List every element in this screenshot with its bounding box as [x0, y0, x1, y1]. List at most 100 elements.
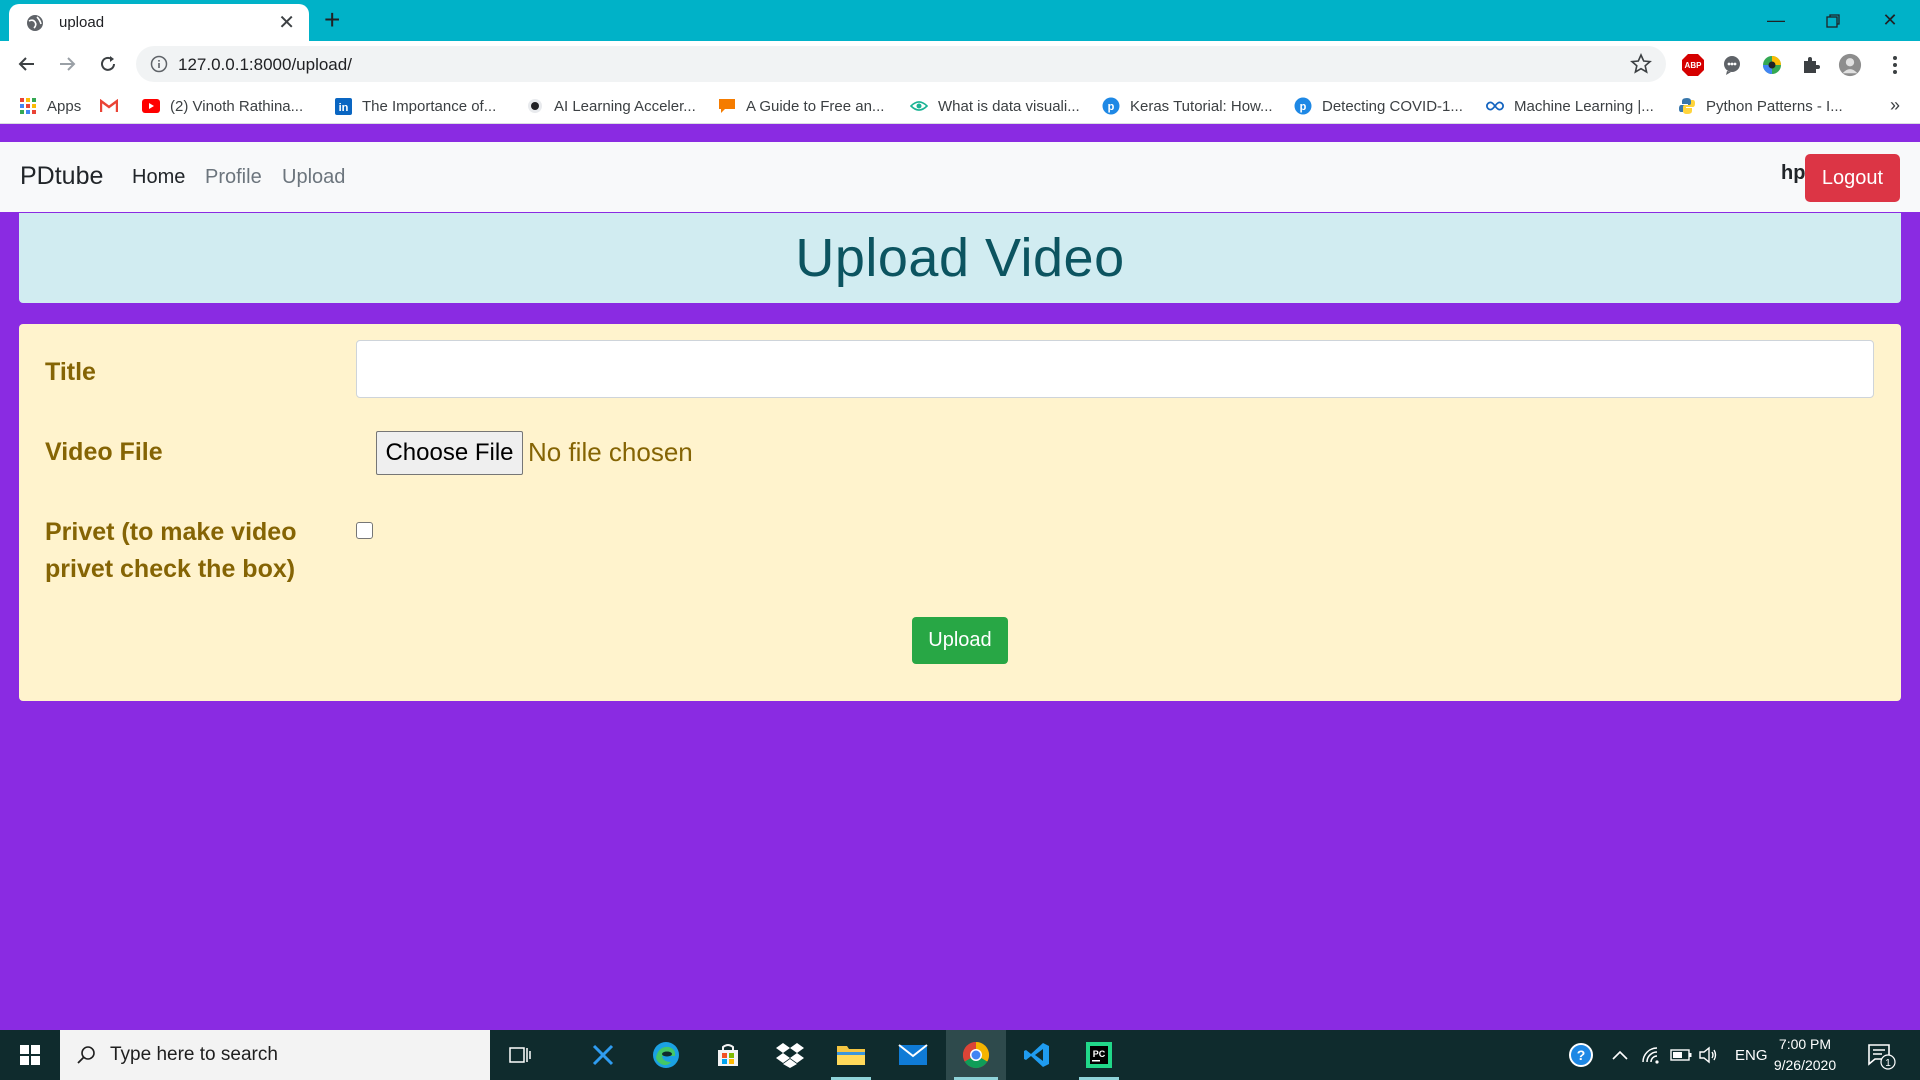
- url-text: 127.0.0.1:8000/upload/: [178, 55, 352, 74]
- colorful-extension-icon[interactable]: [1760, 53, 1784, 77]
- adblock-icon[interactable]: ABP: [1681, 53, 1705, 77]
- profile-avatar-icon[interactable]: [1838, 53, 1862, 77]
- vscode-icon[interactable]: [1009, 1030, 1065, 1080]
- choose-file-button[interactable]: Choose File: [376, 431, 523, 475]
- title-label: Title: [45, 358, 96, 386]
- username: hp: [1781, 162, 1806, 184]
- bookmarks-overflow-icon[interactable]: »: [1890, 95, 1900, 116]
- globe-icon: [27, 14, 43, 31]
- upload-form: Title Video File Choose File No file cho…: [19, 324, 1901, 701]
- notification-count: 1: [1885, 1058, 1891, 1069]
- language-indicator[interactable]: ENG: [1735, 1030, 1768, 1080]
- bookmark-label: Keras Tutorial: How...: [1130, 97, 1273, 115]
- microsoft-store-icon[interactable]: [700, 1030, 756, 1080]
- browser-toolbar: 127.0.0.1:8000/upload/ ABP: [0, 41, 1920, 87]
- windows-start-icon[interactable]: [0, 1030, 60, 1080]
- linkedin-icon: in: [334, 97, 352, 115]
- system-clock[interactable]: 7:00 PM 9/26/2020: [1765, 1034, 1845, 1076]
- bookmark-label: The Importance of...: [362, 97, 497, 115]
- reload-icon[interactable]: [94, 50, 122, 78]
- windows-taskbar: Type here to search PC ? ENG 7:00 PM 9/2…: [0, 1030, 1920, 1080]
- p-badge-icon: p: [1102, 97, 1120, 115]
- mail-icon[interactable]: [885, 1030, 941, 1080]
- minimize-icon[interactable]: —: [1748, 0, 1804, 41]
- battery-icon[interactable]: [1670, 1030, 1692, 1080]
- bookmark-label: A Guide to Free an...: [746, 97, 885, 115]
- new-tab-icon[interactable]: +: [324, 6, 340, 34]
- chat-extension-icon[interactable]: [1720, 53, 1744, 77]
- forward-icon[interactable]: [53, 50, 81, 78]
- extensions-puzzle-icon[interactable]: [1799, 53, 1823, 77]
- privet-label-line1: Privet (to make video: [45, 518, 297, 546]
- nav-home[interactable]: Home: [132, 166, 185, 189]
- svg-text:ABP: ABP: [1685, 61, 1703, 70]
- browser-tab[interactable]: upload ✕: [9, 4, 309, 41]
- network-icon[interactable]: [1641, 1030, 1661, 1080]
- tab-close-icon[interactable]: ✕: [278, 13, 295, 33]
- bookmark-star-icon[interactable]: [1630, 53, 1652, 75]
- bookmark-label: AI Learning Acceler...: [554, 97, 696, 115]
- page-title: Upload Video: [795, 228, 1125, 288]
- privet-checkbox[interactable]: [356, 522, 373, 539]
- bookmark-detecting-covid[interactable]: p Detecting COVID-1...: [1294, 95, 1463, 117]
- youtube-icon: [142, 97, 160, 115]
- bookmark-label: Detecting COVID-1...: [1322, 97, 1463, 115]
- dropbox-icon[interactable]: [762, 1030, 818, 1080]
- bookmark-python-patterns[interactable]: Python Patterns - I...: [1678, 95, 1843, 117]
- close-window-icon[interactable]: ✕: [1862, 0, 1918, 41]
- browser-tab-strip: upload ✕ + — ✕: [0, 0, 1920, 41]
- infinity-icon: [1486, 97, 1504, 115]
- chevron-up-icon[interactable]: [1612, 1030, 1628, 1080]
- bookmark-youtube[interactable]: (2) Vinoth Rathina...: [142, 95, 303, 117]
- chat-icon: [718, 97, 736, 115]
- page-header: Upload Video: [19, 213, 1901, 303]
- menu-kebab-icon[interactable]: [1883, 53, 1907, 77]
- logout-button[interactable]: Logout: [1805, 154, 1900, 202]
- svg-text:p: p: [1108, 101, 1115, 113]
- volume-icon[interactable]: [1698, 1030, 1718, 1080]
- bookmark-ai-learning[interactable]: AI Learning Acceler...: [526, 95, 696, 117]
- task-view-icon[interactable]: [492, 1030, 548, 1080]
- title-input[interactable]: [356, 340, 1874, 398]
- file-explorer-icon[interactable]: [823, 1030, 879, 1080]
- bookmark-label: (2) Vinoth Rathina...: [170, 97, 304, 115]
- gmail-icon: [100, 97, 118, 115]
- svg-text:p: p: [1300, 101, 1307, 113]
- bookmark-keras-tutorial[interactable]: p Keras Tutorial: How...: [1102, 95, 1273, 117]
- site-navbar: PDtube Home Profile Upload hp Logout: [0, 142, 1920, 212]
- svg-text:PC: PC: [1093, 1049, 1106, 1059]
- bookmark-guide[interactable]: A Guide to Free an...: [718, 95, 884, 117]
- python-icon: [1678, 97, 1696, 115]
- help-icon[interactable]: ?: [1568, 1030, 1594, 1080]
- bookmark-machine-learning[interactable]: Machine Learning |...: [1486, 95, 1654, 117]
- bookmark-apps[interactable]: Apps: [19, 95, 81, 117]
- search-placeholder: Type here to search: [110, 1044, 278, 1065]
- bookmark-gmail[interactable]: [100, 95, 128, 117]
- pycharm-icon[interactable]: PC: [1071, 1030, 1127, 1080]
- video-file-label: Video File: [45, 438, 163, 466]
- upload-button[interactable]: Upload: [912, 617, 1008, 664]
- svg-text:in: in: [338, 102, 348, 114]
- edge-browser-icon[interactable]: [638, 1030, 694, 1080]
- eye-icon: [910, 97, 928, 115]
- back-icon[interactable]: [13, 50, 41, 78]
- visual-studio-icon[interactable]: [575, 1030, 631, 1080]
- bookmark-label: Apps: [47, 97, 82, 115]
- file-status-text: No file chosen: [528, 437, 693, 467]
- info-icon[interactable]: [150, 55, 168, 73]
- address-bar[interactable]: 127.0.0.1:8000/upload/: [136, 46, 1666, 82]
- brand-logo[interactable]: PDtube: [20, 162, 103, 191]
- taskbar-search[interactable]: Type here to search: [60, 1030, 490, 1080]
- nav-profile[interactable]: Profile: [205, 166, 262, 189]
- search-icon: [77, 1046, 95, 1064]
- chrome-icon[interactable]: [946, 1030, 1006, 1080]
- bookmark-data-visualization[interactable]: What is data visuali...: [910, 95, 1080, 117]
- tab-title: upload: [59, 14, 105, 31]
- restore-icon[interactable]: [1805, 0, 1861, 41]
- bookmark-linkedin[interactable]: in The Importance of...: [334, 95, 496, 117]
- nav-upload[interactable]: Upload: [282, 166, 345, 189]
- dot-icon: [526, 97, 544, 115]
- clock-time: 7:00 PM: [1778, 1036, 1832, 1052]
- notifications-icon[interactable]: 1: [1866, 1030, 1896, 1080]
- bookmarks-bar: Apps (2) Vinoth Rathina... in The Import…: [0, 87, 1920, 124]
